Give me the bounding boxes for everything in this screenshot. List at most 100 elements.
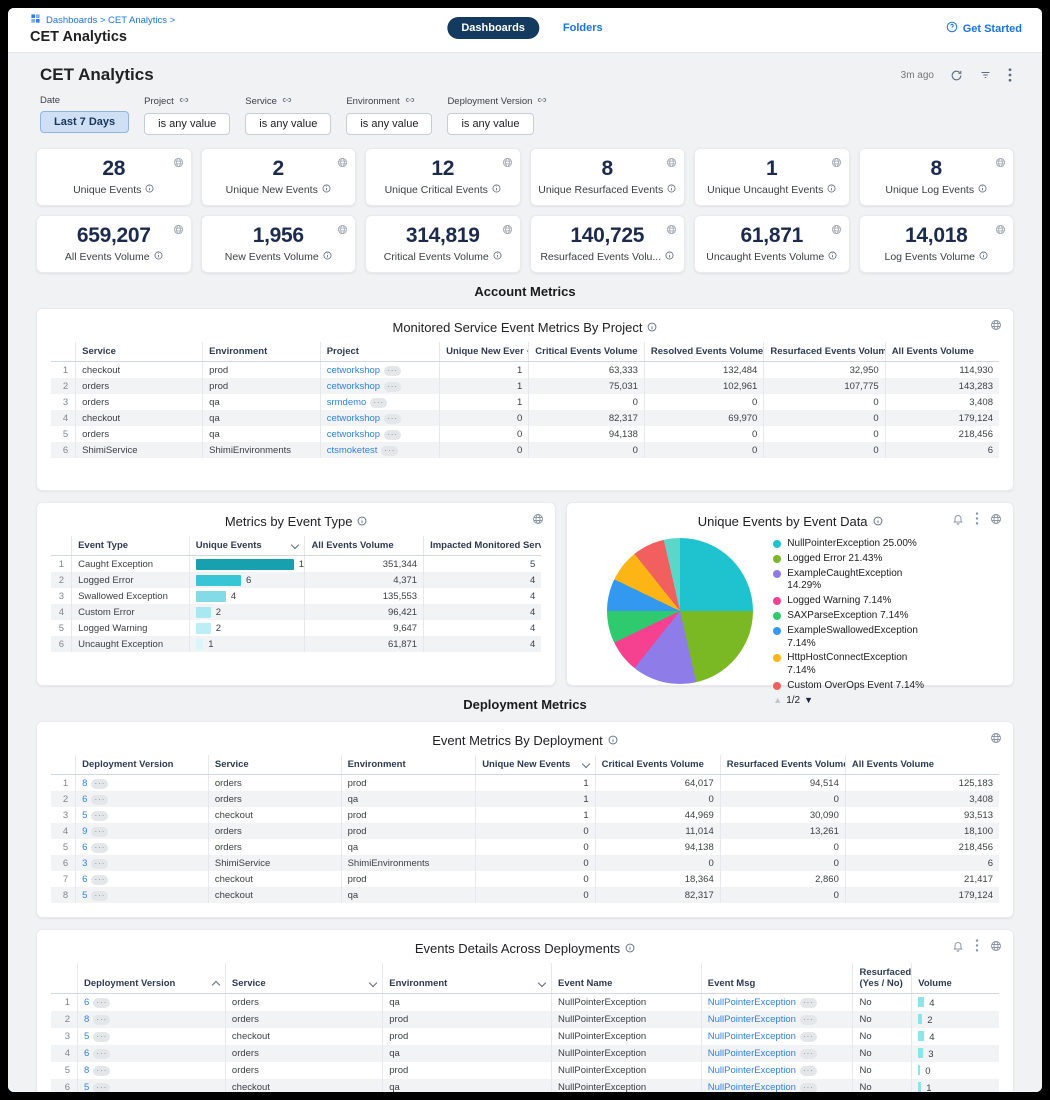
info-icon[interactable] [493, 251, 502, 263]
column-header-all-events-volume[interactable]: All Events Volume [885, 342, 999, 362]
cell-link[interactable]: NullPointerException [708, 1082, 796, 1092]
cell-link[interactable]: 9 [82, 826, 87, 837]
more-actions-pill[interactable]: ··· [93, 1032, 110, 1042]
legend-page-up-icon[interactable]: ▲ [773, 695, 782, 707]
column-header-unique-new-ever[interactable]: Unique New Ever [440, 342, 529, 362]
column-header-service[interactable]: Service [76, 342, 203, 362]
legend-item[interactable]: Custom OverOps Event 7.14% [773, 680, 931, 693]
column-header-event-type[interactable]: Event Type [72, 536, 190, 556]
more-actions-pill[interactable]: ··· [93, 1049, 110, 1059]
kebab-menu-icon[interactable] [1008, 68, 1012, 82]
column-header-all-events-volume[interactable]: All Events Volume [305, 536, 424, 556]
column-header-event-name[interactable]: Event Name [552, 963, 702, 994]
cell-link[interactable]: cetworkshop [327, 413, 380, 424]
legend-item[interactable]: NullPointerException 25.00% [773, 538, 931, 551]
more-actions-pill[interactable]: ··· [91, 779, 108, 789]
cell-link[interactable]: 5 [82, 890, 87, 901]
filter-icon[interactable] [979, 69, 992, 81]
cell-link[interactable]: NullPointerException [708, 997, 796, 1008]
cell-link[interactable]: NullPointerException [708, 1014, 796, 1025]
cell-link[interactable]: cetworkshop [327, 429, 380, 440]
legend-item[interactable]: Logged Warning 7.14% [773, 595, 931, 608]
column-header-resurfaced-events-volume[interactable]: Resurfaced Events Volume [764, 342, 885, 362]
column-header-service[interactable]: Service [208, 755, 341, 775]
column-header-service[interactable]: Service [225, 963, 382, 994]
column-header-all-events-volume[interactable]: All Events Volume [845, 755, 999, 775]
more-actions-pill[interactable]: ··· [384, 414, 401, 424]
more-actions-pill[interactable]: ··· [93, 1066, 110, 1076]
column-header-resurfaced-events-volume[interactable]: Resurfaced Events Volume [720, 755, 845, 775]
info-icon[interactable] [608, 733, 618, 748]
info-icon[interactable] [978, 184, 987, 196]
column-header-project[interactable]: Project [320, 342, 439, 362]
get-started-link[interactable]: Get Started [946, 21, 1022, 36]
more-actions-pill[interactable]: ··· [381, 446, 398, 456]
column-header-resurfaced[interactable]: Resurfaced(Yes / No) [853, 963, 912, 994]
info-icon[interactable] [323, 251, 332, 263]
breadcrumb[interactable]: Dashboards > CET Analytics > [46, 15, 175, 26]
filter-value-button[interactable]: is any value [144, 113, 230, 135]
more-actions-pill[interactable]: ··· [384, 366, 401, 376]
filter-value-button[interactable]: Last 7 Days [40, 111, 129, 133]
info-icon[interactable] [357, 514, 367, 529]
apps-grid-icon[interactable] [30, 13, 41, 27]
more-actions-pill[interactable]: ··· [800, 1049, 817, 1059]
info-icon[interactable] [154, 251, 163, 263]
legend-item[interactable]: Logged Error 21.43% [773, 553, 931, 566]
legend-item[interactable]: HttpHostConnectException 7.14% [773, 652, 931, 678]
info-icon[interactable] [873, 514, 883, 529]
legend-item[interactable]: ExampleSwallowedException 7.14% [773, 625, 931, 651]
cell-link[interactable]: 3 [82, 858, 87, 869]
more-actions-pill[interactable]: ··· [91, 875, 108, 885]
column-header-volume[interactable]: Volume [912, 963, 999, 994]
more-actions-pill[interactable]: ··· [800, 1032, 817, 1042]
column-header-deployment-version[interactable]: Deployment Version [78, 963, 226, 994]
cell-link[interactable]: 6 [84, 1048, 89, 1059]
refresh-icon[interactable] [950, 69, 963, 82]
bell-icon[interactable] [952, 512, 964, 530]
column-header-resolved-events-volume[interactable]: Resolved Events Volume [644, 342, 763, 362]
more-actions-pill[interactable]: ··· [91, 827, 108, 837]
column-header-critical-events-volume[interactable]: Critical Events Volume [595, 755, 720, 775]
cell-link[interactable]: srmdemo [327, 397, 367, 408]
info-icon[interactable] [979, 251, 988, 263]
info-icon[interactable] [827, 184, 836, 196]
cell-link[interactable]: 8 [82, 778, 87, 789]
cell-link[interactable]: cetworkshop [327, 365, 380, 376]
info-icon[interactable] [145, 184, 154, 196]
more-actions-pill[interactable]: ··· [370, 398, 387, 408]
more-actions-pill[interactable]: ··· [91, 843, 108, 853]
cell-link[interactable]: NullPointerException [708, 1031, 796, 1042]
more-actions-pill[interactable]: ··· [91, 859, 108, 869]
info-icon[interactable] [492, 184, 501, 196]
more-actions-pill[interactable]: ··· [800, 998, 817, 1008]
cell-link[interactable]: 8 [84, 1014, 89, 1025]
cell-link[interactable]: NullPointerException [708, 1065, 796, 1076]
column-header-impacted-monitored-services[interactable]: Impacted Monitored Services [424, 536, 542, 556]
more-actions-pill[interactable]: ··· [91, 891, 108, 901]
more-actions-pill[interactable]: ··· [800, 1015, 817, 1025]
legend-page-down-icon[interactable]: ▼ [804, 695, 813, 707]
cell-link[interactable]: 5 [84, 1082, 89, 1092]
kebab-menu-icon[interactable] [975, 939, 979, 957]
info-icon[interactable] [828, 251, 837, 263]
more-actions-pill[interactable]: ··· [91, 795, 108, 805]
legend-item[interactable]: SAXParseException 7.14% [773, 610, 931, 623]
info-icon[interactable] [667, 184, 676, 196]
more-actions-pill[interactable]: ··· [93, 1083, 110, 1092]
column-header-environment[interactable]: Environment [341, 755, 476, 775]
cell-link[interactable]: cetworkshop [327, 381, 380, 392]
column-header-critical-events-volume[interactable]: Critical Events Volume [529, 342, 645, 362]
column-header-unique-events[interactable]: Unique Events [189, 536, 305, 556]
bell-icon[interactable] [952, 939, 964, 957]
cell-link[interactable]: NullPointerException [708, 1048, 796, 1059]
cell-link[interactable]: 8 [84, 1065, 89, 1076]
info-icon[interactable] [665, 251, 674, 263]
more-actions-pill[interactable]: ··· [800, 1066, 817, 1076]
column-header-event-msg[interactable]: Event Msg [701, 963, 853, 994]
more-actions-pill[interactable]: ··· [91, 811, 108, 821]
cell-link[interactable]: 6 [84, 997, 89, 1008]
cell-link[interactable]: 6 [82, 794, 87, 805]
more-actions-pill[interactable]: ··· [93, 998, 110, 1008]
column-header-deployment-version[interactable]: Deployment Version [76, 755, 209, 775]
